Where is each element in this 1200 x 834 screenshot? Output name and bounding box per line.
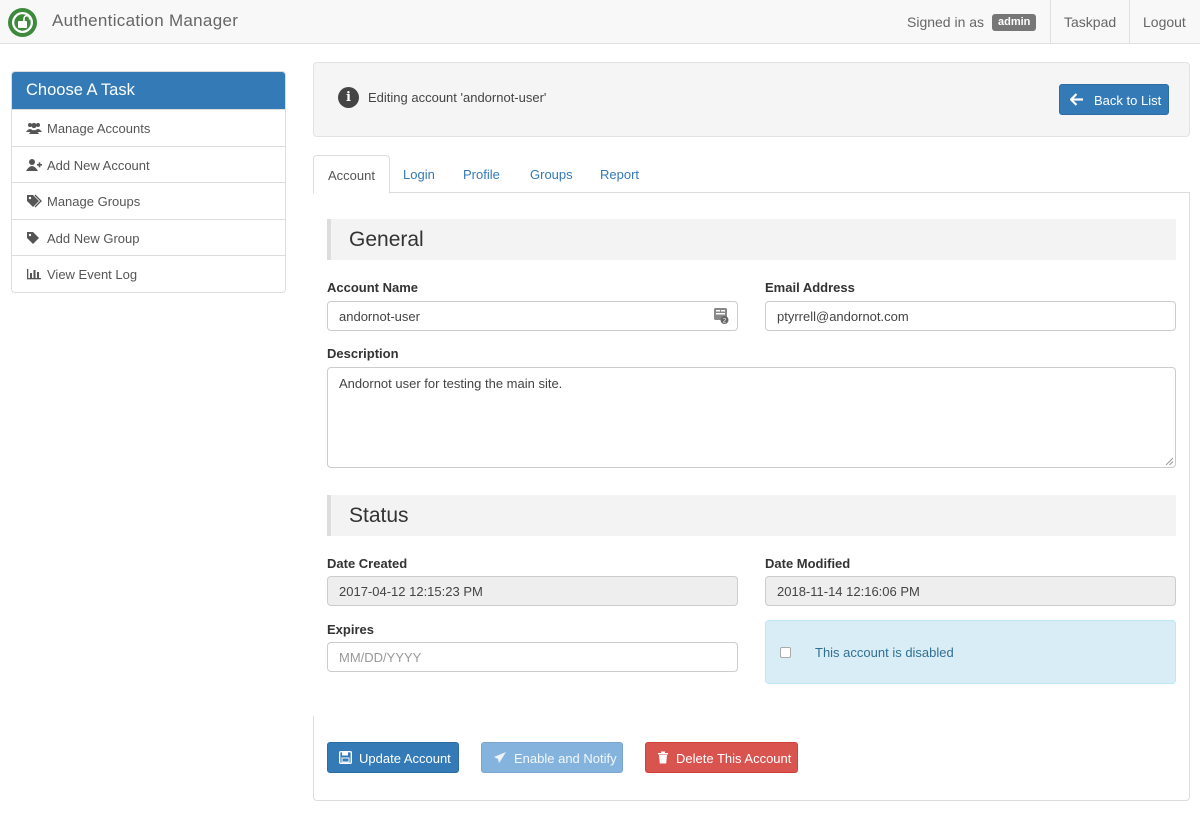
- enable-and-notify-button[interactable]: Enable and Notify: [481, 742, 623, 773]
- sidebar-item-view-event-log[interactable]: View Event Log: [12, 255, 285, 292]
- editing-info-bar: i Editing account 'andornot-user' Back t…: [313, 62, 1190, 137]
- arrow-left-icon: [1069, 93, 1084, 109]
- sidebar-item-label: Manage Accounts: [47, 121, 151, 136]
- editing-message: Editing account 'andornot-user': [368, 90, 547, 105]
- users-icon: [26, 121, 42, 135]
- sidebar-item-add-new-group[interactable]: Add New Group: [12, 218, 285, 256]
- sidebar-item-add-new-account[interactable]: Add New Account: [12, 145, 285, 183]
- taskpad-link[interactable]: Taskpad: [1064, 14, 1116, 30]
- account-disabled-checkbox[interactable]: [780, 647, 791, 658]
- info-icon: i: [338, 87, 359, 108]
- sidebar-item-label: Add New Account: [47, 157, 150, 173]
- user-plus-icon: [26, 158, 42, 172]
- resize-grip-icon[interactable]: [1165, 457, 1173, 465]
- sidebar-item-manage-groups[interactable]: Manage Groups: [12, 182, 285, 219]
- task-sidebar: Choose A Task Manage Accounts Add New Ac…: [11, 71, 286, 293]
- tag-icon: [26, 231, 42, 245]
- account-tabs: Account Login Profile Groups Report: [313, 155, 1190, 194]
- signed-in-label: Signed in as: [907, 14, 985, 30]
- date-modified-label: Date Modified: [765, 556, 851, 571]
- tab-report[interactable]: Report: [586, 155, 653, 193]
- account-name-value: andornot-user: [339, 309, 420, 324]
- nav-divider: [1050, 0, 1051, 44]
- account-name-label: Account Name: [327, 280, 419, 295]
- delete-account-button[interactable]: Delete This Account: [645, 742, 798, 773]
- description-label: Description: [327, 346, 399, 361]
- tab-account[interactable]: Account: [313, 155, 390, 194]
- sidebar-item-manage-accounts[interactable]: Manage Accounts: [12, 109, 285, 146]
- save-icon: [338, 750, 353, 765]
- bar-chart-icon: [26, 267, 42, 281]
- update-account-button[interactable]: Update Account: [327, 742, 459, 773]
- tab-profile[interactable]: Profile: [449, 155, 514, 193]
- nav-divider: [1129, 0, 1130, 44]
- status-heading-text: Status: [349, 504, 409, 527]
- expires-input[interactable]: MM/DD/YYYY: [327, 642, 738, 672]
- app-title: Authentication Manager: [52, 11, 239, 30]
- form-actions: Update Account Enable and Notify Delete …: [313, 716, 1190, 801]
- description-value: Andornot user for testing the main site.: [339, 376, 563, 391]
- top-navbar: Authentication Manager Signed in as admi…: [0, 0, 1200, 44]
- account-panel: General Account Name andornot-user 2 Ema…: [313, 192, 1190, 716]
- status-section-heading: Status: [327, 495, 1176, 536]
- account-disabled-label[interactable]: This account is disabled: [815, 645, 954, 660]
- general-heading-text: General: [349, 228, 424, 251]
- email-input[interactable]: ptyrrell@andornot.com: [765, 301, 1176, 331]
- date-created-label: Date Created: [327, 556, 408, 571]
- account-name-input[interactable]: andornot-user 2: [327, 301, 738, 331]
- logout-link[interactable]: Logout: [1143, 14, 1186, 30]
- date-created-field: 2017-04-12 12:15:23 PM: [327, 576, 738, 606]
- sidebar-item-label: View Event Log: [47, 267, 138, 282]
- account-disabled-box: This account is disabled: [765, 620, 1176, 684]
- back-to-list-label: Back to List: [1094, 93, 1162, 108]
- general-section-heading: General: [327, 219, 1176, 260]
- trash-icon: [657, 751, 671, 765]
- expires-label: Expires: [327, 622, 374, 637]
- svg-text:2: 2: [723, 318, 727, 325]
- sidebar-heading: Choose A Task: [12, 72, 285, 109]
- enable-and-notify-label: Enable and Notify: [514, 751, 617, 766]
- lock-logo-icon: [8, 8, 37, 37]
- sidebar-item-label: Manage Groups: [47, 194, 141, 209]
- username-badge: admin: [992, 14, 1037, 31]
- back-to-list-button[interactable]: Back to List: [1059, 84, 1169, 115]
- email-label: Email Address: [765, 280, 855, 295]
- tab-groups[interactable]: Groups: [516, 155, 587, 193]
- description-textarea[interactable]: Andornot user for testing the main site.: [327, 367, 1176, 468]
- tags-icon: [26, 194, 42, 208]
- paper-plane-icon: [493, 751, 507, 765]
- sidebar-item-label: Add New Group: [47, 230, 140, 246]
- update-account-label: Update Account: [359, 751, 451, 766]
- contact-card-icon: 2: [714, 308, 729, 327]
- tab-login[interactable]: Login: [389, 155, 449, 193]
- date-modified-field: 2018-11-14 12:16:06 PM: [765, 576, 1176, 606]
- delete-account-label: Delete This Account: [676, 751, 792, 766]
